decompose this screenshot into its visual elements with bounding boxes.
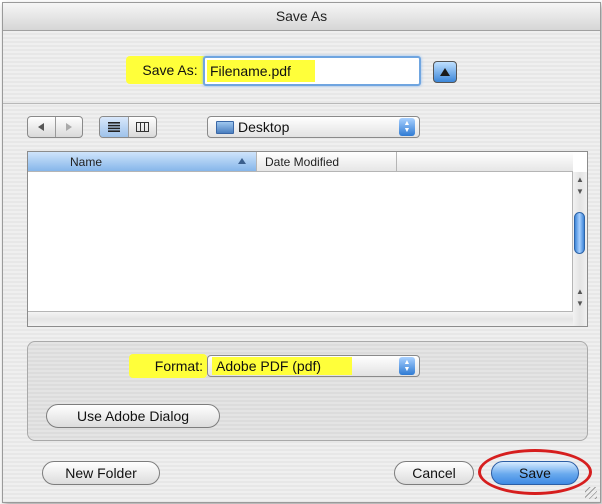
- save-button-annotation-circle: [478, 449, 592, 495]
- column-header-name-label: Name: [70, 155, 103, 169]
- filename-value[interactable]: Filename.pdf: [207, 60, 315, 82]
- window-title: Save As: [3, 3, 600, 31]
- column-header-date-modified[interactable]: Date Modified: [257, 152, 397, 172]
- expand-dialog-button[interactable]: [433, 61, 457, 83]
- resize-grip-icon[interactable]: [585, 487, 597, 499]
- save-as-label: Save As:: [142, 62, 198, 78]
- view-mode-control: [99, 116, 157, 138]
- location-label: Desktop: [238, 119, 290, 135]
- format-selected-value: Adobe PDF (pdf): [212, 357, 352, 375]
- column-view-button[interactable]: [127, 117, 157, 137]
- popup-arrows-icon: ▲ ▼: [399, 357, 415, 375]
- location-popup[interactable]: Desktop ▲ ▼: [207, 116, 420, 138]
- vertical-scroll-thumb[interactable]: [574, 212, 585, 254]
- format-label: Format:: [154, 358, 203, 374]
- column-header-name[interactable]: Name: [28, 152, 257, 172]
- vertical-scrollbar[interactable]: ▲ ▼ ▲ ▼: [572, 172, 587, 326]
- new-folder-button[interactable]: New Folder: [42, 461, 160, 485]
- forward-button[interactable]: [54, 117, 83, 137]
- cancel-button[interactable]: Cancel: [394, 461, 474, 485]
- column-header-date-label: Date Modified: [265, 155, 340, 169]
- back-button[interactable]: [28, 117, 55, 137]
- column-header-empty: [397, 152, 573, 172]
- forward-arrow-icon: [65, 123, 72, 131]
- scroll-up-icon[interactable]: ▲: [573, 174, 587, 186]
- scroll-down-lower-icon[interactable]: ▼: [573, 298, 587, 310]
- file-browser: Name Date Modified ▲ ▼ ▲ ▼: [27, 151, 588, 327]
- desktop-folder-icon: [216, 121, 234, 134]
- scroll-down-icon[interactable]: ▼: [573, 186, 587, 198]
- format-popup[interactable]: Adobe PDF (pdf) ▲ ▼: [207, 355, 420, 377]
- list-view-icon: [107, 122, 120, 132]
- popup-arrows-icon: ▲ ▼: [399, 118, 415, 136]
- sort-ascending-icon: [238, 158, 246, 164]
- back-forward-control: [27, 116, 83, 138]
- horizontal-scrollbar[interactable]: [28, 311, 573, 326]
- triangle-up-icon: [440, 68, 450, 76]
- column-view-icon: [135, 122, 149, 132]
- section-divider: [3, 103, 600, 104]
- scroll-up-lower-icon[interactable]: ▲: [573, 286, 587, 298]
- list-view-button[interactable]: [100, 117, 128, 137]
- save-as-dialog: Save As Save As: Filename.pdf Desktop ▲ …: [2, 2, 601, 503]
- use-adobe-dialog-button[interactable]: Use Adobe Dialog: [46, 404, 220, 428]
- back-arrow-icon: [38, 123, 45, 131]
